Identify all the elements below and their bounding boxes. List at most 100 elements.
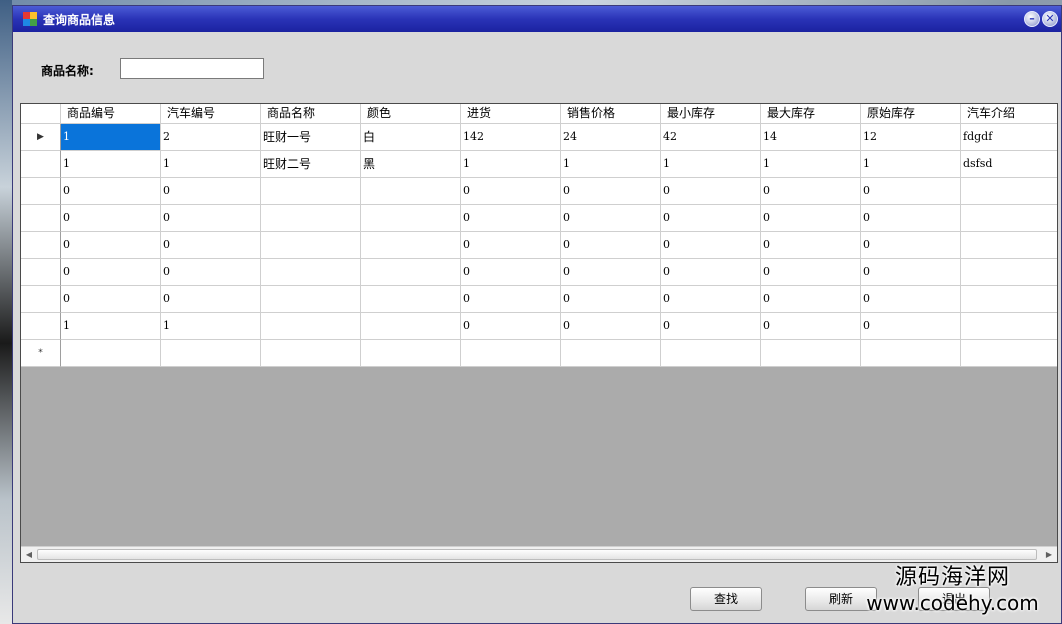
- table-cell[interactable]: [261, 313, 361, 340]
- column-header[interactable]: 原始库存: [861, 104, 961, 124]
- table-cell[interactable]: 2: [161, 124, 261, 151]
- table-row[interactable]: 0000000: [21, 232, 1057, 259]
- table-cell[interactable]: 1: [861, 151, 961, 178]
- table-cell[interactable]: [361, 259, 461, 286]
- table-cell[interactable]: 0: [461, 232, 561, 259]
- table-cell[interactable]: 1: [661, 151, 761, 178]
- table-cell[interactable]: 1: [61, 313, 161, 340]
- table-cell[interactable]: 24: [561, 124, 661, 151]
- table-cell[interactable]: 0: [461, 259, 561, 286]
- table-cell[interactable]: [261, 178, 361, 205]
- table-cell[interactable]: [261, 205, 361, 232]
- table-cell[interactable]: [961, 259, 1057, 286]
- table-cell[interactable]: 0: [861, 205, 961, 232]
- table-cell[interactable]: [361, 205, 461, 232]
- table-cell[interactable]: 0: [761, 205, 861, 232]
- row-header[interactable]: [21, 232, 61, 259]
- title-bar[interactable]: 查询商品信息 – ✕: [13, 6, 1061, 32]
- table-cell[interactable]: 0: [461, 205, 561, 232]
- table-cell[interactable]: 1: [461, 151, 561, 178]
- column-header[interactable]: 最小库存: [661, 104, 761, 124]
- scrollbar-thumb[interactable]: [37, 549, 1037, 560]
- table-cell[interactable]: [361, 178, 461, 205]
- horizontal-scrollbar[interactable]: ◀ ▶: [21, 546, 1057, 562]
- table-cell[interactable]: 0: [561, 205, 661, 232]
- table-cell[interactable]: 0: [761, 178, 861, 205]
- table-cell[interactable]: [961, 178, 1057, 205]
- column-header[interactable]: 汽车介绍: [961, 104, 1057, 124]
- table-cell[interactable]: 0: [761, 259, 861, 286]
- table-cell[interactable]: 0: [161, 259, 261, 286]
- product-grid[interactable]: 商品编号 汽车编号 商品名称 颜色 进货 销售价格 最小库存 最大库存 原始库存 汽车介绍 ▶ 1 2…: [20, 103, 1058, 563]
- header-corner[interactable]: [21, 104, 61, 124]
- table-cell[interactable]: 0: [661, 259, 761, 286]
- table-cell[interactable]: [961, 232, 1057, 259]
- row-header[interactable]: [21, 286, 61, 313]
- table-cell[interactable]: 1: [561, 151, 661, 178]
- scroll-right-icon[interactable]: ▶: [1042, 548, 1056, 562]
- table-cell[interactable]: 0: [761, 286, 861, 313]
- minimize-button[interactable]: –: [1024, 11, 1040, 27]
- table-cell[interactable]: [761, 340, 861, 367]
- table-cell[interactable]: 0: [561, 286, 661, 313]
- table-cell[interactable]: [961, 340, 1057, 367]
- table-cell[interactable]: 0: [161, 205, 261, 232]
- table-cell[interactable]: [361, 232, 461, 259]
- table-cell[interactable]: [361, 286, 461, 313]
- table-row[interactable]: 0000000: [21, 178, 1057, 205]
- table-cell[interactable]: 0: [61, 286, 161, 313]
- table-row[interactable]: 1100000: [21, 313, 1057, 340]
- table-row[interactable]: 1 1 旺财二号黑 1 1 1 1 1 dsfsd: [21, 151, 1057, 178]
- table-row[interactable]: ▶ 1 2 旺财一号白 142 24 42 14 12 fdgdf: [21, 124, 1057, 151]
- table-cell[interactable]: [361, 313, 461, 340]
- table-row[interactable]: 0000000: [21, 286, 1057, 313]
- table-cell[interactable]: 42: [661, 124, 761, 151]
- table-cell[interactable]: [861, 340, 961, 367]
- column-header[interactable]: 汽车编号: [161, 104, 261, 124]
- table-cell[interactable]: 0: [61, 232, 161, 259]
- row-header[interactable]: [21, 151, 61, 178]
- table-cell[interactable]: [961, 286, 1057, 313]
- column-header[interactable]: 商品名称: [261, 104, 361, 124]
- table-cell[interactable]: 0: [861, 286, 961, 313]
- row-header[interactable]: [21, 259, 61, 286]
- product-name-input[interactable]: [120, 58, 264, 79]
- row-header[interactable]: [21, 313, 61, 340]
- table-cell[interactable]: 1: [161, 151, 261, 178]
- table-cell[interactable]: [661, 340, 761, 367]
- table-cell[interactable]: [261, 232, 361, 259]
- column-header[interactable]: 颜色: [361, 104, 461, 124]
- table-cell[interactable]: [961, 313, 1057, 340]
- new-row-icon[interactable]: *: [21, 340, 61, 367]
- table-cell[interactable]: [61, 340, 161, 367]
- table-cell[interactable]: [961, 205, 1057, 232]
- table-cell[interactable]: 0: [861, 259, 961, 286]
- table-cell[interactable]: 0: [161, 178, 261, 205]
- row-header[interactable]: [21, 178, 61, 205]
- table-cell[interactable]: 0: [761, 232, 861, 259]
- find-button[interactable]: 查找: [690, 587, 762, 611]
- table-cell[interactable]: [561, 340, 661, 367]
- column-header[interactable]: 销售价格: [561, 104, 661, 124]
- table-cell[interactable]: 0: [661, 286, 761, 313]
- table-cell[interactable]: [361, 340, 461, 367]
- new-row[interactable]: *: [21, 340, 1057, 367]
- close-button[interactable]: ✕: [1042, 11, 1058, 27]
- table-cell[interactable]: 1: [761, 151, 861, 178]
- table-cell[interactable]: [161, 340, 261, 367]
- table-cell[interactable]: 0: [861, 178, 961, 205]
- column-header[interactable]: 进货: [461, 104, 561, 124]
- table-cell[interactable]: fdgdf: [961, 124, 1057, 151]
- table-cell[interactable]: 0: [561, 178, 661, 205]
- table-cell[interactable]: 0: [661, 205, 761, 232]
- column-header[interactable]: 商品编号: [61, 104, 161, 124]
- table-cell[interactable]: dsfsd: [961, 151, 1057, 178]
- table-row[interactable]: 0000000: [21, 205, 1057, 232]
- table-cell[interactable]: 0: [761, 313, 861, 340]
- table-cell[interactable]: 0: [661, 178, 761, 205]
- table-cell[interactable]: 0: [861, 313, 961, 340]
- table-cell[interactable]: [261, 259, 361, 286]
- table-cell[interactable]: [261, 286, 361, 313]
- table-cell[interactable]: 旺财二号: [261, 151, 361, 178]
- table-cell[interactable]: 0: [861, 232, 961, 259]
